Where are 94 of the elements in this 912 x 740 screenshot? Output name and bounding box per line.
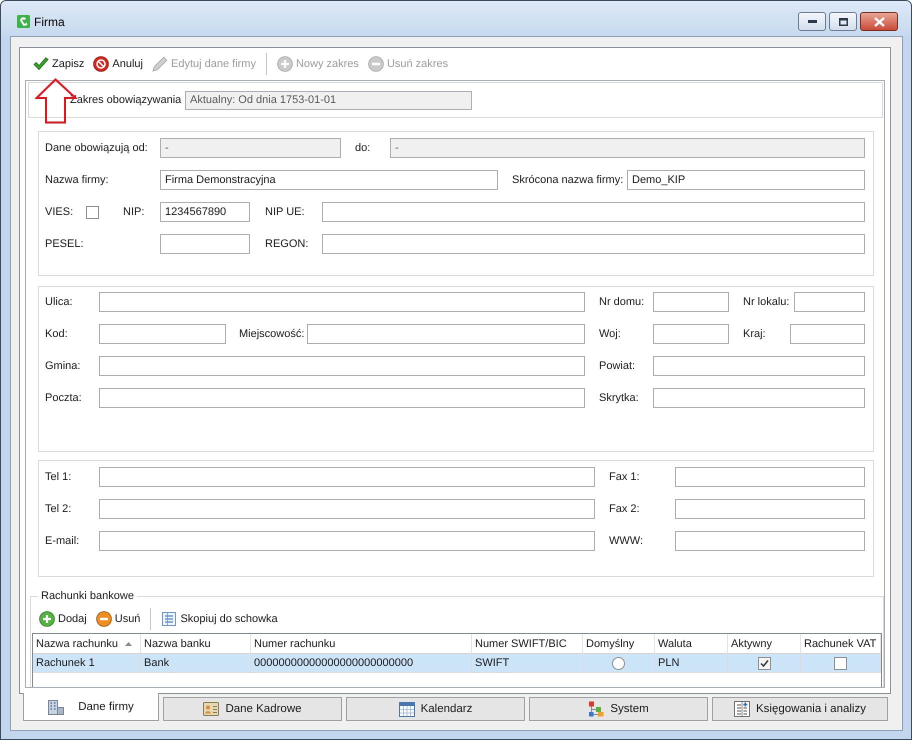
field-label: NIP UE: [265,205,305,219]
input-field[interactable] [99,324,226,344]
maximize-button[interactable] [829,12,857,31]
input-field[interactable] [653,356,865,376]
field-label: Fax 2: [609,502,640,516]
radio-button[interactable] [612,656,625,670]
app-icon [17,15,30,28]
table-cell: 00000000000000000000000000 [251,654,472,673]
field-label: Ulica: [45,295,73,309]
input-field[interactable] [653,324,729,344]
field-label: Dane obowiązują od: [45,141,148,155]
field-label: PESEL: [45,237,84,251]
input-field[interactable] [653,292,729,312]
field-label: E-mail: [45,534,80,548]
input-field[interactable] [675,531,865,551]
input-field[interactable] [99,292,585,312]
input-field[interactable]: Demo_KIP [627,170,865,190]
checkbox[interactable] [86,206,99,218]
window-title: Firma [34,15,65,30]
id-card-icon [203,701,220,717]
field-label: Gmina: [45,359,80,373]
cancel-icon [93,56,110,72]
input-field[interactable] [99,388,585,408]
table-cell: PLN [655,654,728,673]
input-field[interactable] [160,234,250,254]
field-label: Miejscowość: [239,327,304,341]
input-field[interactable] [794,292,865,312]
close-button[interactable] [860,12,898,31]
field-label: WWW: [609,534,644,548]
checkbox[interactable] [758,656,770,670]
tab[interactable]: System [529,697,708,721]
input-field[interactable]: 1234567890 [160,202,250,222]
ledger-icon [734,701,750,717]
plus-circle-icon [39,610,55,626]
tab[interactable]: Kalendarz [346,697,525,721]
input-field[interactable] [675,499,865,519]
input-field[interactable] [99,499,595,519]
save-button[interactable]: Zapisz [30,53,88,75]
field-label: Nazwa firmy: [45,173,109,187]
field-label: Nr domu: [599,295,644,309]
minus-circle-icon [96,610,112,626]
input-field[interactable] [322,202,865,222]
hierarchy-icon [588,701,604,717]
table-cell: Bank [141,654,251,673]
field-label: do: [355,141,370,155]
maximize-icon [838,18,848,26]
minus-circle-icon [368,56,384,72]
field-label: Powiat: [599,359,636,373]
sort-ascending-icon [125,642,132,646]
input-field[interactable] [307,324,585,344]
field-label: Kraj: [743,327,766,341]
tab[interactable]: Księgowania i analizy [712,697,888,721]
field-label: NIP: [123,205,144,219]
field-label: VIES: [45,205,74,219]
field-label: Woj: [599,327,621,341]
input-field[interactable]: Firma Demonstracyjna [160,170,498,190]
remove-button[interactable]: Usuń [92,608,144,630]
pencil-icon [152,56,168,72]
input-field[interactable] [322,234,865,254]
table-cell: SWIFT [472,654,583,673]
field-label: Poczta: [45,391,82,405]
field-label: Nr lokalu: [743,295,790,309]
input-field[interactable] [790,324,865,344]
minimize-icon [808,20,816,23]
field-label: Tel 2: [45,502,72,516]
field-label: Skrócona nazwa firmy: [512,173,624,187]
add-button[interactable]: Dodaj [36,608,90,630]
tab[interactable]: Dane firmy [23,693,159,721]
building-icon [48,698,64,714]
document-icon [161,610,178,626]
cancel-button[interactable]: Anuluj [90,53,146,75]
column-header[interactable]: Nazwa rachunku [33,634,141,654]
table-cell: Rachunek 1 [33,654,141,673]
input-field[interactable] [653,388,865,408]
input-field[interactable] [99,356,585,376]
checkmark-icon [33,56,49,72]
field-label: Kod: [45,327,68,341]
plus-circle-icon [276,56,293,72]
calendar-icon [398,701,415,717]
tab[interactable]: Dane Kadrowe [163,697,342,721]
minimize-button[interactable] [798,12,826,31]
field-label: Skrytka: [599,391,639,405]
field-label: Tel 1: [45,470,72,484]
group-legend: Rachunki bankowe [38,590,137,603]
input-field[interactable] [99,531,595,551]
field-label: Fax 1: [609,470,640,484]
field-label: REGON: [265,237,308,251]
close-icon [874,16,884,26]
input-field[interactable] [99,467,595,487]
table-row[interactable]: Rachunek 1 Bank 00000000000000000000000000 SWIFT PLN [33,654,881,673]
copy-button[interactable]: Skopiuj do schowka [158,608,281,630]
checkbox[interactable] [834,656,847,670]
field-label: Zakres obowiązywania [70,93,182,107]
input-field[interactable] [675,467,865,487]
